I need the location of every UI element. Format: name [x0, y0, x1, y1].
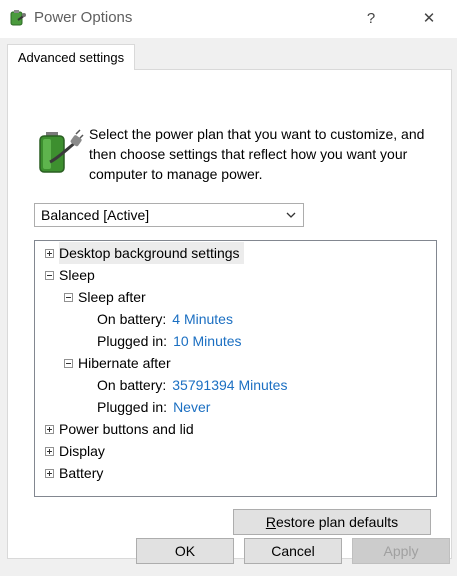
restore-accelerator: R [265, 514, 276, 530]
expand-plus-icon[interactable] [45, 249, 54, 258]
cancel-button[interactable]: Cancel [244, 538, 342, 564]
tree-item-label: Power buttons and lid [59, 421, 194, 437]
tree-item-sleep-after[interactable]: Sleep after [78, 286, 146, 308]
tree-item-label: Battery [59, 465, 104, 481]
cancel-label: Cancel [271, 543, 315, 559]
restore-label: estore plan defaults [275, 514, 399, 530]
tree-item-hibernate-plugged-in[interactable]: Plugged in: Never [97, 396, 210, 418]
help-button[interactable]: ? [348, 2, 394, 34]
apply-label: Apply [383, 543, 419, 559]
expand-plus-icon[interactable] [45, 425, 54, 434]
collapse-minus-icon[interactable] [64, 293, 73, 302]
setting-value[interactable]: Never [173, 399, 210, 415]
tree-item-label: Hibernate after [78, 355, 171, 371]
tree-item-hibernate-on-battery[interactable]: On battery: 35791394 Minutes [97, 374, 287, 396]
tab-panel: Select the power plan that you want to c… [7, 69, 452, 559]
expand-plus-icon[interactable] [45, 469, 54, 478]
tree-item-power-buttons[interactable]: Power buttons and lid [59, 418, 194, 440]
setting-label: Plugged in: [97, 399, 168, 415]
restore-plan-defaults-button[interactable]: Restore plan defaults [233, 509, 431, 535]
tree-item-sleep[interactable]: Sleep [59, 264, 95, 286]
tree-item-label: Display [59, 443, 105, 459]
description-text: Select the power plan that you want to c… [89, 126, 425, 182]
tree-item-display[interactable]: Display [59, 440, 105, 462]
setting-label: On battery: [97, 377, 167, 393]
tab-advanced-settings[interactable]: Advanced settings [7, 44, 135, 70]
power-options-icon [10, 10, 26, 26]
setting-label: Plugged in: [97, 333, 168, 349]
close-icon: ✕ [422, 10, 436, 27]
help-icon: ? [366, 9, 376, 27]
tree-item-label: Sleep [59, 267, 95, 283]
tree-item-desktop-background[interactable]: Desktop background settings [59, 242, 244, 264]
dialog-body: Advanced settings Select the power plan … [0, 38, 457, 576]
tree-item-label: Sleep after [78, 289, 146, 305]
setting-value[interactable]: 4 Minutes [172, 311, 233, 327]
tree-item-hibernate-after[interactable]: Hibernate after [78, 352, 171, 374]
collapse-minus-icon[interactable] [64, 359, 73, 368]
power-plan-value: Balanced [Active] [41, 207, 150, 223]
settings-tree[interactable]: Desktop background settings Sleep Sleep … [34, 240, 437, 497]
setting-value[interactable]: 35791394 Minutes [172, 377, 287, 393]
ok-label: OK [174, 543, 196, 559]
apply-button[interactable]: Apply [352, 538, 450, 564]
close-button[interactable]: ✕ [406, 2, 452, 34]
collapse-minus-icon[interactable] [45, 271, 54, 280]
setting-label: On battery: [97, 311, 167, 327]
tree-item-battery[interactable]: Battery [59, 462, 103, 484]
battery-plug-icon [39, 129, 84, 173]
chevron-down-icon [286, 212, 296, 218]
tree-item-label: Desktop background settings [59, 245, 240, 261]
expand-plus-icon[interactable] [45, 447, 54, 456]
tree-item-sleep-plugged-in[interactable]: Plugged in: 10 Minutes [97, 330, 242, 352]
window-title: Power Options [34, 9, 133, 26]
tab-label: Advanced settings [17, 50, 125, 65]
title-bar: Power Options ? ✕ [0, 0, 457, 38]
power-plan-select[interactable]: Balanced [Active] [34, 203, 304, 227]
setting-value[interactable]: 10 Minutes [173, 333, 241, 349]
tree-item-sleep-on-battery[interactable]: On battery: 4 Minutes [97, 308, 233, 330]
ok-button[interactable]: OK [136, 538, 234, 564]
